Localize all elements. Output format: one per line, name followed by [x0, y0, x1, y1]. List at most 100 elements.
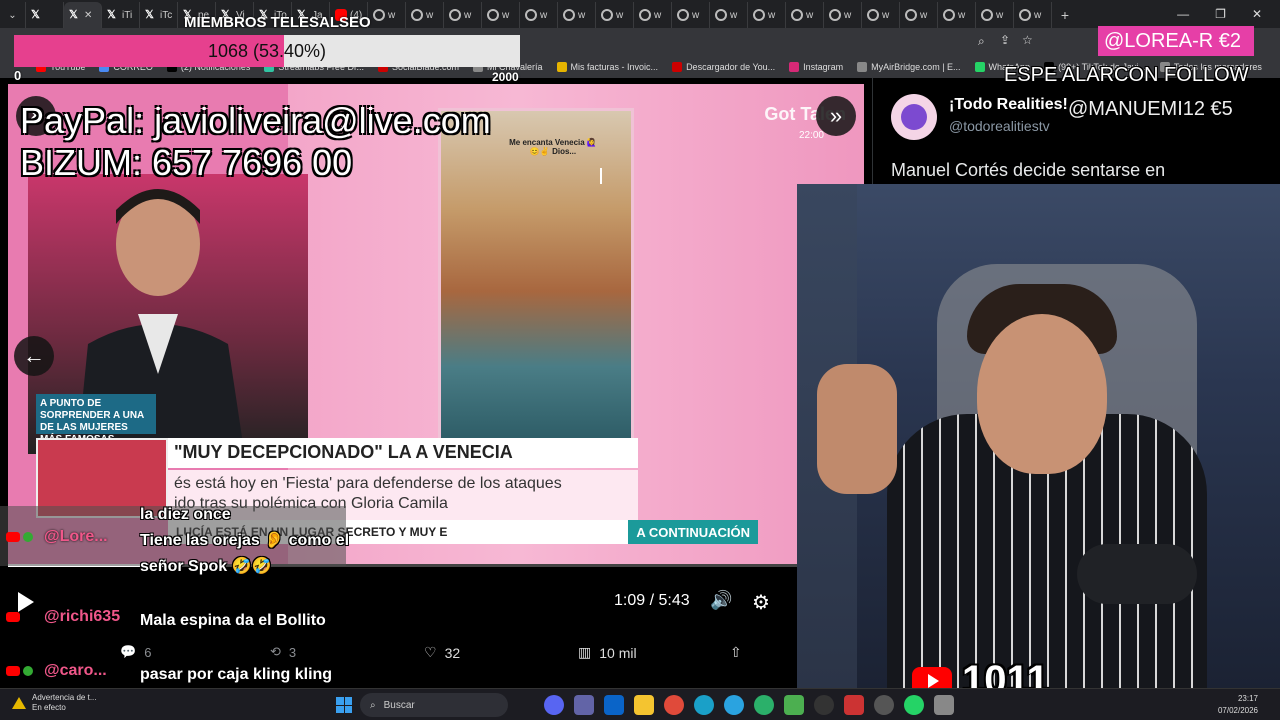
screen: ⌄ 𝕏 𝕏 ✕ 𝕏iTi 𝕏iTc 𝕏pe 𝕏 Vi 𝕏iTo 𝕏 Ja (4) w …: [0, 0, 1280, 720]
bookmark-item[interactable]: MyAirBridge.com | E...: [857, 62, 961, 72]
browser-tab[interactable]: 𝕏: [26, 2, 64, 28]
volume-icon[interactable]: 🔊: [710, 590, 732, 610]
browser-tab[interactable]: w: [824, 2, 862, 28]
maximize-icon[interactable]: ❐: [1215, 7, 1226, 21]
chat-text: Tiene las orejas 👂 como el señor Spok 🤣🤣: [140, 532, 350, 575]
globe-icon: [677, 9, 689, 21]
follow-alert: ESPE ALARCON FOLLOW: [1004, 64, 1249, 86]
ticker-cta: A CONTINUACIÓN: [628, 520, 758, 544]
globe-icon: [601, 9, 613, 21]
teams-icon[interactable]: [574, 695, 594, 715]
video-time: 1:09 / 5:43: [614, 592, 690, 609]
youtube-icon: [6, 612, 20, 622]
vpn-icon[interactable]: [754, 695, 774, 715]
app-icon[interactable]: [874, 695, 894, 715]
streamlabs-icon[interactable]: [844, 695, 864, 715]
chat-text: la diez once: [140, 506, 231, 523]
paypal-line: PayPal: javioliveira@live.com: [20, 100, 491, 141]
browser-tab[interactable]: w: [406, 2, 444, 28]
browser-tab[interactable]: w: [520, 2, 558, 28]
chat-badges: [0, 528, 44, 542]
search-placeholder: Buscar: [383, 699, 415, 711]
browser-tab[interactable]: 𝕏iTi: [102, 2, 140, 28]
obs-icon[interactable]: [814, 695, 834, 715]
browser-tab[interactable]: w: [634, 2, 672, 28]
minimize-icon[interactable]: —: [1177, 7, 1189, 21]
avatar[interactable]: [891, 94, 937, 140]
warning-icon: [12, 697, 26, 709]
back-arrow-button[interactable]: ←: [14, 336, 54, 376]
chat-badges: [0, 662, 44, 676]
tab-menu-button[interactable]: ⌄: [0, 2, 26, 28]
tv-headline: "MUY DECEPCIONADO" LA A VENECIA: [168, 438, 638, 468]
like-button[interactable]: ♡ 32: [424, 644, 460, 661]
globe-icon: [563, 9, 575, 21]
star-icon[interactable]: ☆: [1022, 33, 1033, 47]
bookmark-item[interactable]: Mis facturas - Invoic...: [556, 62, 658, 72]
browser-tab[interactable]: w: [596, 2, 634, 28]
taskbar-apps: [544, 695, 954, 715]
bookmark-item[interactable]: Descargador de You...: [672, 62, 775, 72]
browser-tab[interactable]: w: [938, 2, 976, 28]
browser-tab-active[interactable]: 𝕏 ✕: [64, 2, 102, 28]
browser-tab[interactable]: w: [900, 2, 938, 28]
browser-tab[interactable]: w: [976, 2, 1014, 28]
tweet-author-name[interactable]: ¡Todo Realities!: [949, 96, 1068, 114]
warning-text: Advertencia de t... En efecto: [32, 693, 97, 712]
browser-tab[interactable]: w: [710, 2, 748, 28]
close-icon[interactable]: ✕: [84, 10, 92, 21]
file-explorer-icon[interactable]: [634, 695, 654, 715]
browser-tab[interactable]: w: [368, 2, 406, 28]
close-window-icon[interactable]: ✕: [1252, 7, 1262, 21]
browser-tab[interactable]: w: [482, 2, 520, 28]
browser-tab[interactable]: w: [1014, 2, 1052, 28]
globe-icon: [525, 9, 537, 21]
chat-user: @caro...: [44, 662, 107, 679]
live-chat-overlay: la diez once @Lore... Tiene las orejas 👂…: [0, 506, 360, 706]
heart-icon: ♡: [424, 644, 437, 660]
browser-tab[interactable]: w: [558, 2, 596, 28]
browser-tab[interactable]: 𝕏iTc: [140, 2, 178, 28]
bizum-line: BIZUM: 657 7696 00: [20, 142, 353, 183]
expand-panel-button[interactable]: »: [816, 96, 856, 136]
edge-icon[interactable]: [694, 695, 714, 715]
zoom-icon[interactable]: ⌕: [978, 34, 985, 49]
streamer-face: [977, 314, 1107, 474]
chrome-icon[interactable]: [664, 695, 684, 715]
system-clock[interactable]: 23:17 07/02/2026: [1218, 693, 1258, 717]
globe-icon: [829, 9, 841, 21]
taskbar-search[interactable]: ⌕ Buscar: [360, 693, 508, 717]
weather-warning[interactable]: Advertencia de t... En efecto: [12, 693, 96, 713]
discord-icon[interactable]: [544, 695, 564, 715]
whatsapp-icon[interactable]: [904, 695, 924, 715]
views-button[interactable]: ▥ 10 mil: [578, 644, 637, 661]
chat-text: Mala espina da el Bollito: [140, 612, 326, 629]
start-button[interactable]: [336, 697, 352, 713]
browser-tab[interactable]: w: [672, 2, 710, 28]
invoice-icon: [556, 62, 567, 72]
clock-time: 23:17: [1237, 694, 1258, 703]
instagram-icon: [789, 62, 800, 72]
camtasia-icon[interactable]: [784, 695, 804, 715]
new-tab-button[interactable]: +: [1052, 2, 1078, 28]
mouse-cursor: [600, 168, 612, 184]
bookmark-item[interactable]: Instagram: [789, 62, 843, 72]
share-button[interactable]: ⇧: [730, 644, 742, 661]
browser-tab[interactable]: w: [862, 2, 900, 28]
outlook-icon[interactable]: [604, 695, 624, 715]
chat-message: @caro... pasar por caja kling kling: [0, 662, 350, 688]
tweet-author-handle[interactable]: @todorealitiestv: [949, 118, 1050, 134]
member-badge-icon: [23, 666, 33, 676]
members-goal-value: 1068 (53.40%): [207, 41, 327, 61]
browser-tab[interactable]: w: [786, 2, 824, 28]
browser-tab[interactable]: w: [444, 2, 482, 28]
capture-icon[interactable]: [934, 695, 954, 715]
globe-icon: [487, 9, 499, 21]
browser-tab[interactable]: w: [748, 2, 786, 28]
x-icon: 𝕏: [107, 9, 116, 21]
settings-icon[interactable]: ⚙: [752, 590, 774, 614]
telegram-icon[interactable]: [724, 695, 744, 715]
globe-icon: [905, 9, 917, 21]
chat-user: @richi635: [44, 608, 121, 625]
share-icon[interactable]: ⇪: [1000, 33, 1010, 47]
